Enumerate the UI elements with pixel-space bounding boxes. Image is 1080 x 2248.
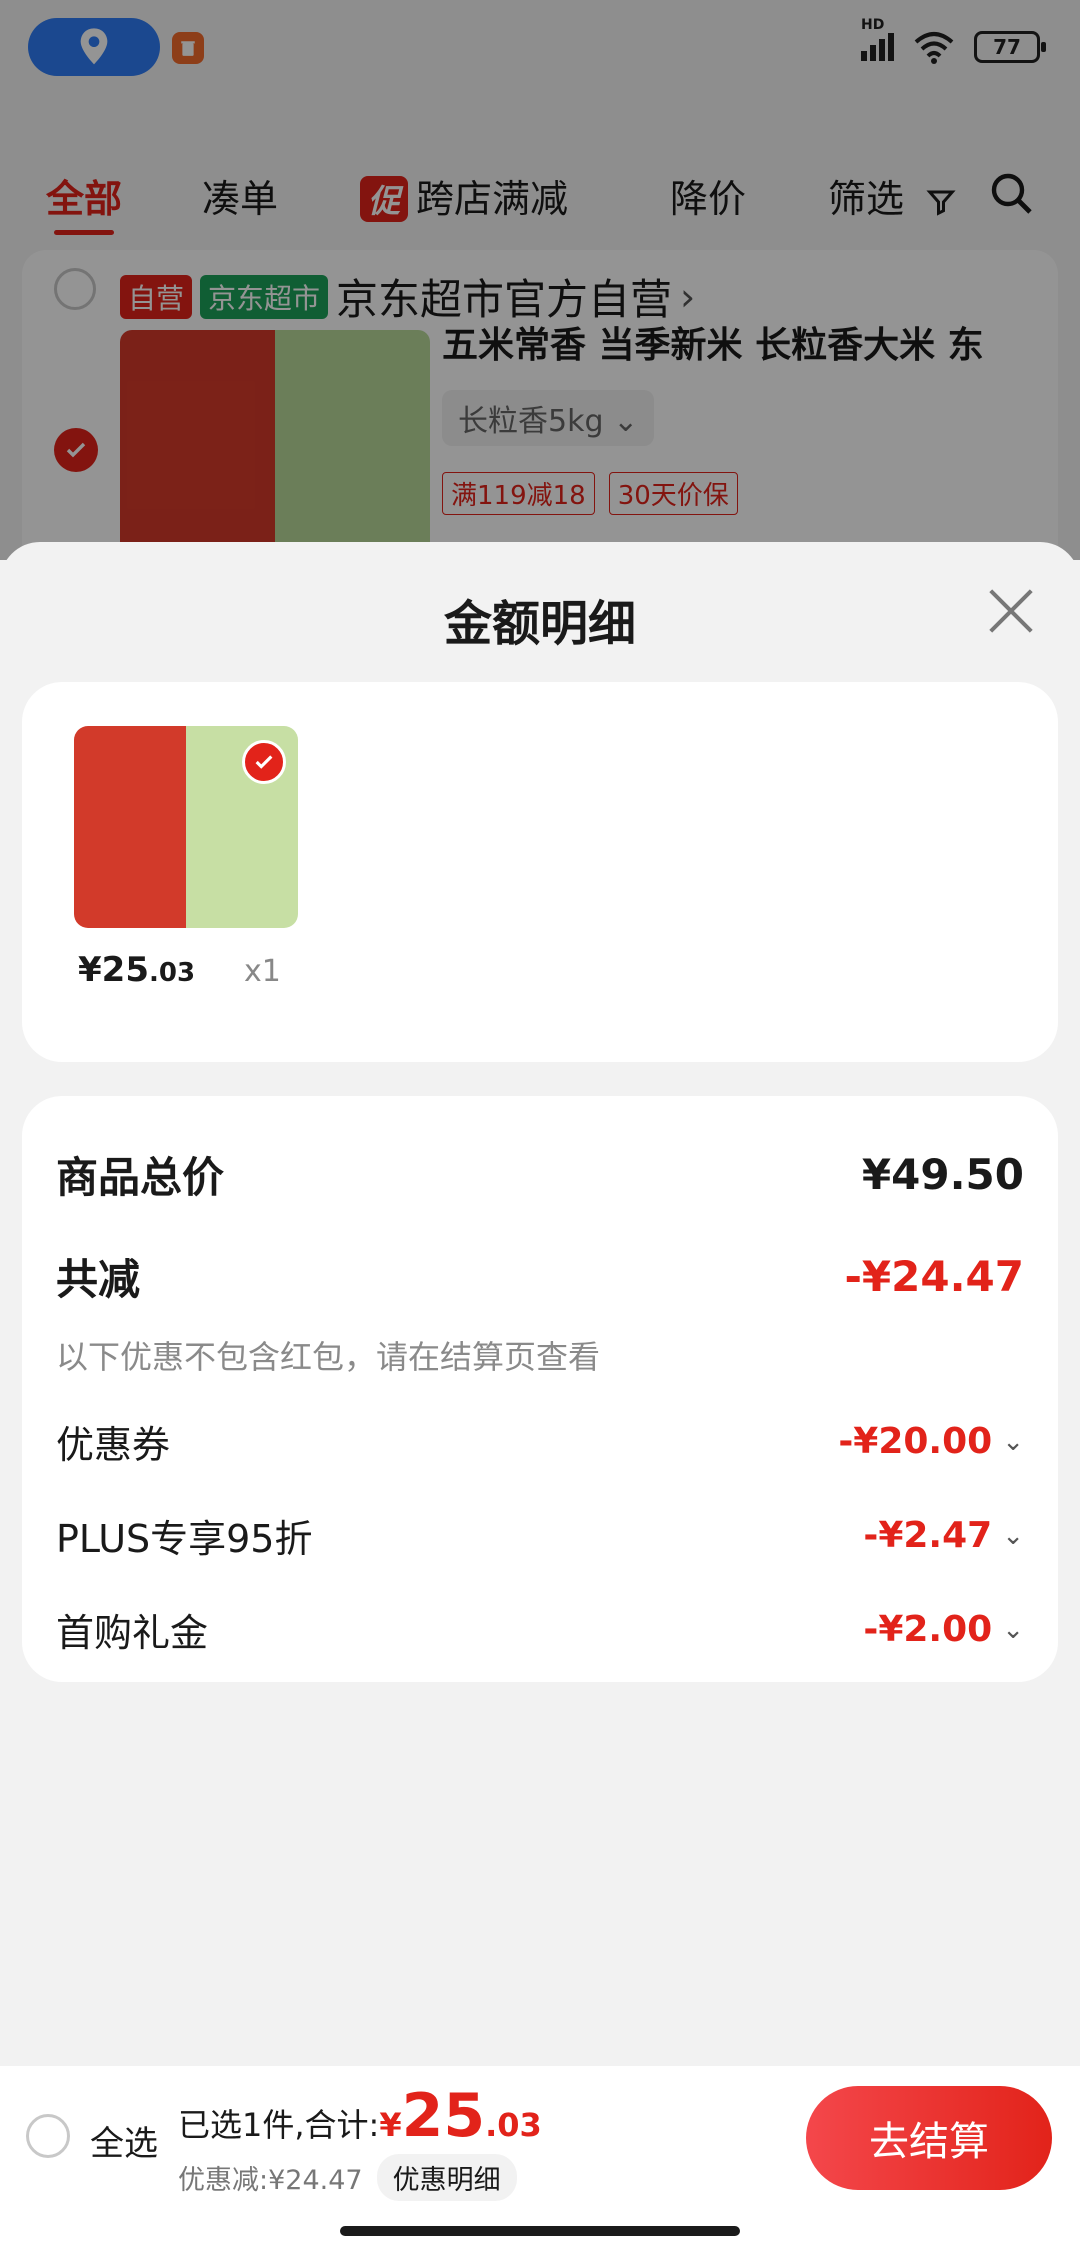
discount-value: -¥2.47: [863, 1515, 993, 1556]
chevron-down-icon: ⌄: [1002, 1614, 1024, 1645]
checkout-bar: 全选 已选1件,合计: ¥ 25 .03 优惠减:¥24.47 优惠明细 去结算: [0, 2066, 1080, 2248]
chevron-down-icon: ⌄: [1002, 1520, 1024, 1551]
total-price-label: 商品总价: [56, 1153, 225, 1202]
amount-detail-sheet: 金额明细 ¥25.03 x1 商品总价 ¥49.50 共减 -¥24.47 以下…: [0, 542, 1080, 2062]
total-reduce-row: 共减 -¥24.47: [56, 1246, 1024, 1307]
discount-label: 首购礼金: [56, 1611, 209, 1655]
total-reduce-value: -¥24.47: [844, 1252, 1024, 1301]
modal-overlay[interactable]: [0, 0, 1080, 560]
item-checked-badge: [242, 740, 286, 784]
item-price-symbol: ¥: [78, 950, 102, 990]
discount-row-coupon[interactable]: 优惠券 -¥20.00 ⌄: [56, 1414, 1024, 1469]
chevron-down-icon: ⌄: [1002, 1426, 1024, 1457]
total-price-value: ¥49.50: [861, 1150, 1024, 1199]
discount-row-plus[interactable]: PLUS专享95折 -¥2.47 ⌄: [56, 1508, 1024, 1563]
total-reduce-label: 共减: [56, 1255, 141, 1304]
select-all-label[interactable]: 全选: [90, 2116, 158, 2165]
item-quantity: x1: [244, 954, 281, 989]
checkout-button[interactable]: 去结算: [806, 2086, 1052, 2190]
discount-value: -¥20.00: [838, 1421, 993, 1462]
selected-count-text: 已选1件,合计:: [178, 2106, 380, 2144]
total-amount-dec: .03: [485, 2106, 542, 2144]
item-thumbnail[interactable]: [74, 726, 298, 928]
item-price: ¥25.03: [78, 950, 195, 990]
discount-label: 优惠券: [56, 1423, 171, 1467]
close-icon[interactable]: [984, 584, 1038, 638]
item-price-dec: .03: [149, 958, 196, 988]
total-price-row: 商品总价 ¥49.50: [56, 1144, 1024, 1205]
discount-value: -¥2.00: [863, 1609, 993, 1650]
total-amount-int: 25: [401, 2081, 486, 2151]
home-indicator[interactable]: [340, 2226, 740, 2236]
order-summary: 已选1件,合计: ¥ 25 .03: [178, 2086, 542, 2146]
checkmark-icon: [255, 755, 273, 769]
sheet-title: 金额明细: [443, 596, 636, 652]
discount-label: PLUS专享95折: [56, 1517, 313, 1561]
select-all-checkbox[interactable]: [26, 2114, 70, 2158]
discount-summary-text: 优惠减:¥24.47: [178, 2165, 363, 2196]
item-price-int: 25: [101, 950, 149, 990]
discount-summary: 优惠减:¥24.47 优惠明细: [178, 2154, 517, 2201]
discount-detail-button[interactable]: 优惠明细: [376, 2154, 517, 2201]
cart-page-background: HD 77 全部 凑单 促跨店满减 降价 筛选 自营 京东超市 京东超市官方自营…: [0, 0, 1080, 570]
discount-note: 以下优惠不包含红包，请在结算页查看: [56, 1338, 601, 1376]
price-breakdown-card: 商品总价 ¥49.50 共减 -¥24.47 以下优惠不包含红包，请在结算页查看…: [22, 1096, 1058, 1682]
discount-row-first-purchase[interactable]: 首购礼金 -¥2.00 ⌄: [56, 1602, 1024, 1657]
selected-items-card: ¥25.03 x1: [22, 682, 1058, 1062]
total-currency: ¥: [379, 2106, 402, 2144]
